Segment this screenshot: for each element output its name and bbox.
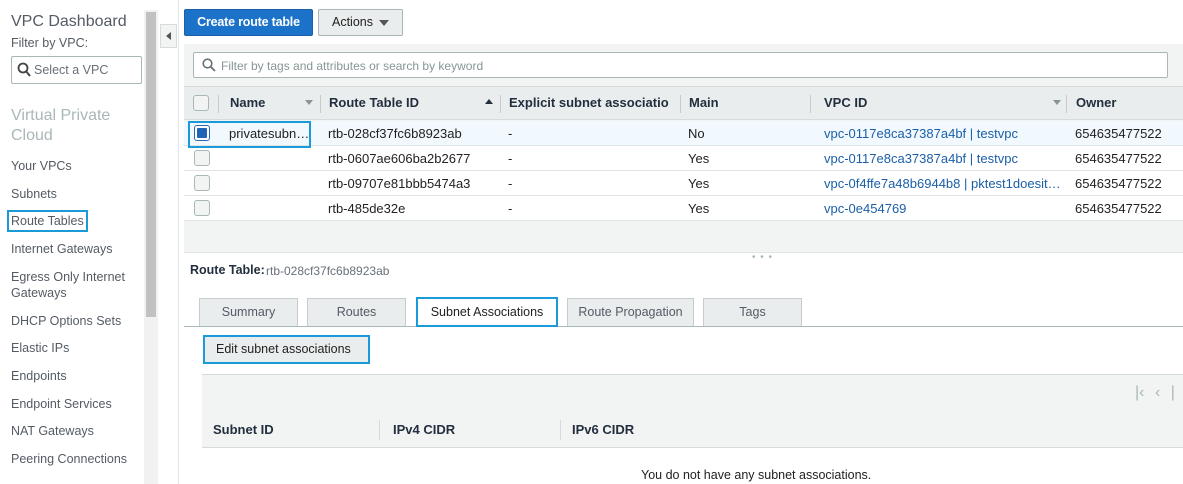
actions-label: Actions bbox=[332, 15, 373, 29]
tab-tags[interactable]: Tags bbox=[703, 298, 802, 326]
sidebar-item-route-tables[interactable]: Route Tables bbox=[7, 210, 88, 232]
next-page-icon[interactable]: | bbox=[1171, 384, 1175, 401]
row-main: Yes bbox=[688, 176, 710, 191]
column-separator bbox=[500, 95, 501, 113]
associations-toolbar bbox=[202, 374, 1183, 410]
row-main: Yes bbox=[688, 151, 710, 166]
row-explicit: - bbox=[508, 176, 513, 191]
sidebar-title[interactable]: VPC Dashboard bbox=[11, 13, 127, 31]
associations-table-header: Subnet ID IPv4 CIDR IPv6 CIDR bbox=[202, 410, 1183, 448]
search-placeholder: Filter by tags and attributes or search … bbox=[221, 59, 484, 73]
sidebar-item-endpoints[interactable]: Endpoints bbox=[11, 368, 67, 384]
column-header-ipv6-cidr[interactable]: IPv6 CIDR bbox=[572, 422, 634, 437]
sort-down-icon[interactable] bbox=[305, 100, 313, 105]
row-checkbox[interactable] bbox=[194, 150, 210, 166]
select-all-checkbox[interactable] bbox=[193, 95, 209, 111]
row-checkbox[interactable] bbox=[194, 200, 210, 216]
search-icon bbox=[17, 62, 31, 77]
prev-page-icon[interactable]: ‹ bbox=[1155, 384, 1160, 401]
actions-button[interactable]: Actions bbox=[318, 9, 403, 36]
row-vpc-link[interactable]: vpc-0f4ffe7a48b6944b8 | pktest1doesit… bbox=[824, 176, 1061, 191]
pane-splitter[interactable] bbox=[184, 252, 1183, 253]
row-explicit: - bbox=[508, 151, 513, 166]
sidebar-item-elastic-ips[interactable]: Elastic IPs bbox=[11, 340, 69, 356]
row-route-table-id: rtb-028cf37fc6b8923ab bbox=[328, 126, 462, 141]
column-header-main[interactable]: Main bbox=[689, 95, 719, 110]
row-explicit: - bbox=[508, 201, 513, 216]
vpc-filter-placeholder: Select a VPC bbox=[34, 63, 109, 77]
sidebar-item-internet-gateways[interactable]: Internet Gateways bbox=[11, 241, 112, 257]
column-header-vpc-id[interactable]: VPC ID bbox=[824, 95, 867, 110]
table-row[interactable]: rtb-485de32e - Yes vpc-0e454769 65463547… bbox=[184, 196, 1183, 221]
table-row[interactable]: privatesubn… rtb-028cf37fc6b8923ab - No … bbox=[184, 121, 1183, 146]
table-row[interactable]: rtb-0607ae606ba2b2677 - Yes vpc-0117e8ca… bbox=[184, 146, 1183, 171]
row-vpc-link[interactable]: vpc-0117e8ca37387a4bf | testvpc bbox=[824, 151, 1018, 166]
row-vpc-link[interactable]: vpc-0e454769 bbox=[824, 201, 906, 216]
column-separator bbox=[320, 95, 321, 113]
chevron-down-icon bbox=[379, 20, 389, 26]
row-explicit: - bbox=[508, 126, 513, 141]
sidebar-item-your-vpcs[interactable]: Your VPCs bbox=[11, 158, 72, 174]
sidebar: VPC Dashboard Filter by VPC: Select a VP… bbox=[0, 0, 145, 484]
sidebar-item-egress-only-igw[interactable]: Egress Only Internet Gateways bbox=[11, 269, 136, 301]
table-row[interactable]: rtb-09707e81bbb5474a3 - Yes vpc-0f4ffe7a… bbox=[184, 171, 1183, 196]
row-route-table-id: rtb-0607ae606ba2b2677 bbox=[328, 151, 471, 166]
sidebar-item-dhcp-options[interactable]: DHCP Options Sets bbox=[11, 313, 121, 329]
row-owner: 654635477522 bbox=[1075, 151, 1162, 166]
row-owner: 654635477522 bbox=[1075, 126, 1162, 141]
selected-name-highlight bbox=[188, 121, 311, 148]
column-header-name[interactable]: Name bbox=[230, 95, 265, 110]
column-header-route-table-id[interactable]: Route Table ID bbox=[329, 95, 419, 110]
pagination: |‹ ‹ | bbox=[1135, 384, 1175, 402]
first-page-icon[interactable]: |‹ bbox=[1135, 384, 1144, 401]
create-route-table-button[interactable]: Create route table bbox=[184, 9, 313, 36]
row-route-table-id: rtb-485de32e bbox=[328, 201, 406, 216]
column-separator bbox=[1066, 95, 1067, 113]
sidebar-item-endpoint-services[interactable]: Endpoint Services bbox=[11, 396, 112, 412]
row-main: No bbox=[688, 126, 705, 141]
tab-summary[interactable]: Summary bbox=[199, 298, 298, 326]
row-main: Yes bbox=[688, 201, 710, 216]
row-route-table-id: rtb-09707e81bbb5474a3 bbox=[328, 176, 471, 191]
route-table-value: rtb-028cf37fc6b8923ab bbox=[266, 264, 390, 278]
column-header-explicit-subnet[interactable]: Explicit subnet associatior bbox=[509, 95, 669, 110]
row-checkbox[interactable] bbox=[194, 175, 210, 191]
column-header-owner[interactable]: Owner bbox=[1076, 95, 1116, 110]
filter-by-vpc-label: Filter by VPC: bbox=[11, 36, 89, 50]
tabs-underline bbox=[184, 326, 1183, 327]
sidebar-item-nat-gateways[interactable]: NAT Gateways bbox=[11, 423, 94, 439]
route-table-label: Route Table: bbox=[190, 263, 265, 277]
tab-routes[interactable]: Routes bbox=[307, 298, 406, 326]
sidebar-scroll-thumb[interactable] bbox=[146, 12, 156, 317]
column-header-ipv4-cidr[interactable]: IPv4 CIDR bbox=[393, 422, 455, 437]
sidebar-item-subnets[interactable]: Subnets bbox=[11, 186, 57, 202]
column-separator bbox=[379, 420, 380, 440]
search-icon bbox=[202, 58, 216, 72]
divider bbox=[178, 0, 179, 484]
search-input[interactable]: Filter by tags and attributes or search … bbox=[193, 52, 1168, 78]
sidebar-section-vpc: Virtual Private Cloud bbox=[11, 107, 111, 144]
empty-associations-message: You do not have any subnet associations. bbox=[641, 468, 872, 482]
collapse-sidebar-icon[interactable] bbox=[160, 24, 177, 48]
row-owner: 654635477522 bbox=[1075, 201, 1162, 216]
column-separator bbox=[810, 95, 811, 113]
resize-handle-icon[interactable]: • • • bbox=[752, 252, 773, 263]
table-header: Name Route Table ID Explicit subnet asso… bbox=[184, 86, 1183, 120]
tab-subnet-associations[interactable]: Subnet Associations bbox=[416, 297, 558, 327]
vpc-filter-select[interactable]: Select a VPC bbox=[11, 56, 142, 84]
tab-route-propagation[interactable]: Route Propagation bbox=[567, 298, 694, 326]
column-header-subnet-id[interactable]: Subnet ID bbox=[213, 422, 274, 437]
sidebar-item-peering-connections[interactable]: Peering Connections bbox=[11, 451, 127, 467]
row-owner: 654635477522 bbox=[1075, 176, 1162, 191]
sort-up-icon[interactable] bbox=[485, 99, 493, 104]
row-vpc-link[interactable]: vpc-0117e8ca37387a4bf | testvpc bbox=[824, 126, 1018, 141]
column-separator bbox=[680, 95, 681, 113]
edit-subnet-associations-button[interactable]: Edit subnet associations bbox=[203, 335, 370, 364]
column-separator bbox=[560, 420, 561, 440]
column-separator bbox=[218, 95, 219, 113]
sort-down-icon[interactable] bbox=[1053, 100, 1061, 105]
